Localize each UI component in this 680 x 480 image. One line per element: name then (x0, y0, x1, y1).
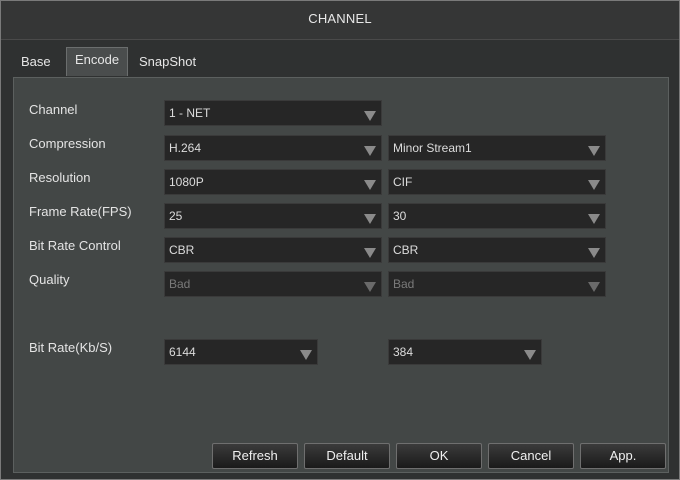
bit-rate-control-main-value: CBR (169, 243, 195, 257)
encode-panel: Channel 1 - NET Compression H.264 Minor … (13, 77, 669, 473)
triangle-down-icon (361, 140, 379, 160)
frame-rate-sub-value: 30 (393, 209, 407, 223)
frame-rate-main-value: 25 (169, 209, 183, 223)
compression-sub-value: Minor Stream1 (393, 141, 472, 155)
triangle-down-icon (585, 242, 603, 262)
bit-rate-control-main-select[interactable]: CBR (164, 237, 382, 263)
frame-rate-main-select[interactable]: 25 (164, 203, 382, 229)
triangle-down-icon (521, 344, 539, 364)
refresh-button[interactable]: Refresh (212, 443, 298, 469)
frame-rate-sub-select[interactable]: 30 (388, 203, 606, 229)
quality-main-select: Bad (164, 271, 382, 297)
compression-sub-select[interactable]: Minor Stream1 (388, 135, 606, 161)
dialog-title: CHANNEL (1, 1, 679, 40)
triangle-down-icon (585, 208, 603, 228)
tab-strip: Base Encode SnapShot (13, 47, 667, 77)
triangle-down-icon (361, 105, 379, 125)
bit-rate-main-select[interactable]: 6144 (164, 339, 318, 365)
quality-main-value: Bad (169, 277, 191, 291)
channel-select[interactable]: 1 - NET (164, 100, 382, 126)
bit-rate-main-value: 6144 (169, 345, 196, 359)
bit-rate-sub-value: 384 (393, 345, 414, 359)
triangle-down-icon (585, 174, 603, 194)
quality-sub-value: Bad (393, 277, 415, 291)
triangle-down-icon (361, 276, 379, 296)
resolution-main-value: 1080P (169, 175, 204, 189)
bit-rate-sub-select[interactable]: 384 (388, 339, 542, 365)
tab-base[interactable]: Base (13, 49, 59, 75)
triangle-down-icon (361, 208, 379, 228)
apply-button[interactable]: App. (580, 443, 666, 469)
triangle-down-icon (297, 344, 315, 364)
compression-main-select[interactable]: H.264 (164, 135, 382, 161)
triangle-down-icon (361, 174, 379, 194)
triangle-down-icon (585, 140, 603, 160)
compression-label: Compression (29, 136, 106, 151)
triangle-down-icon (585, 276, 603, 296)
frame-rate-label: Frame Rate(FPS) (29, 204, 132, 219)
ok-button[interactable]: OK (396, 443, 482, 469)
quality-sub-select: Bad (388, 271, 606, 297)
compression-main-value: H.264 (169, 141, 202, 155)
cancel-button[interactable]: Cancel (488, 443, 574, 469)
bit-rate-label: Bit Rate(Kb/S) (29, 340, 113, 355)
resolution-main-select[interactable]: 1080P (164, 169, 382, 195)
bit-rate-control-sub-value: CBR (393, 243, 419, 257)
quality-label: Quality (29, 272, 70, 287)
tab-snapshot[interactable]: SnapShot (131, 49, 204, 75)
resolution-sub-select[interactable]: CIF (388, 169, 606, 195)
bit-rate-control-label: Bit Rate Control (29, 238, 121, 253)
triangle-down-icon (361, 242, 379, 262)
channel-value: 1 - NET (169, 106, 211, 120)
channel-dialog: CHANNEL Base Encode SnapShot Channel 1 -… (0, 0, 680, 480)
default-button[interactable]: Default (304, 443, 390, 469)
channel-label: Channel (29, 102, 78, 117)
tab-encode[interactable]: Encode (66, 47, 129, 76)
resolution-sub-value: CIF (393, 175, 413, 189)
bit-rate-control-sub-select[interactable]: CBR (388, 237, 606, 263)
resolution-label: Resolution (29, 170, 91, 185)
